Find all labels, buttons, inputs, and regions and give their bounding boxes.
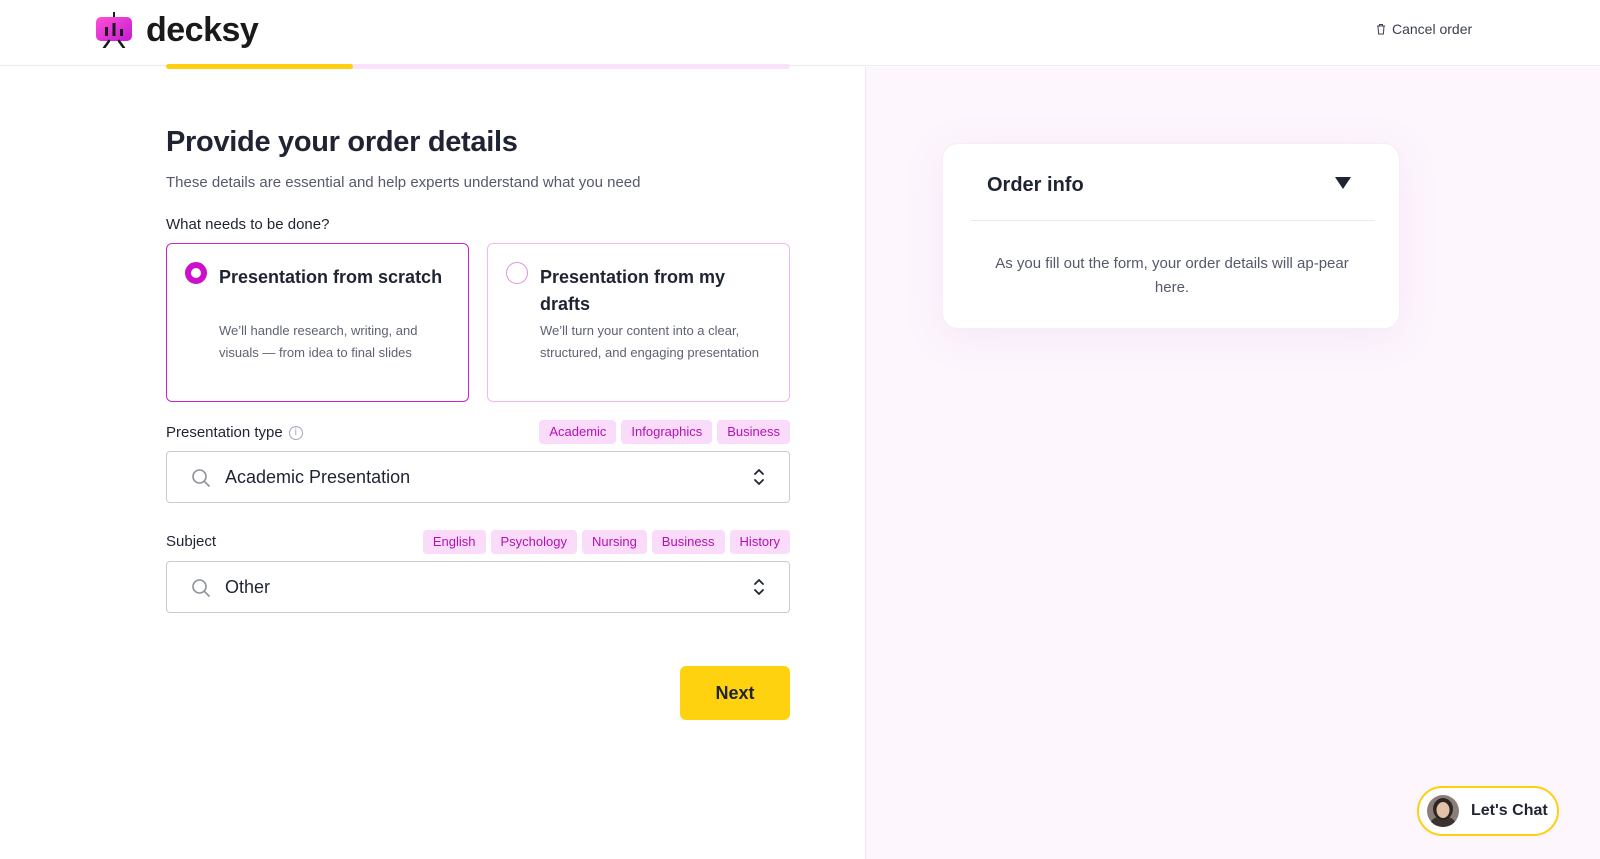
- order-info-title: Order info: [987, 174, 1084, 196]
- radio-unselected[interactable]: [506, 262, 528, 284]
- subject-value: Other: [225, 577, 271, 597]
- task-question: What needs to be done?: [166, 216, 330, 233]
- option-description: We’ll handle research, writing, and visu…: [219, 323, 418, 360]
- order-info-placeholder: As you fill out the form, your order det…: [995, 255, 1349, 296]
- chip-business[interactable]: Business: [651, 530, 725, 554]
- chip-history[interactable]: History: [729, 530, 790, 554]
- lets-chat-button[interactable]: Let's Chat: [1417, 786, 1559, 836]
- page-subtitle: These details are essential and help exp…: [166, 174, 641, 191]
- progress-fill: [166, 64, 354, 69]
- chevron-up-down-icon: [754, 469, 764, 485]
- chip-business[interactable]: Business: [717, 420, 790, 444]
- search-icon: [192, 579, 210, 597]
- lets-chat-label: Let's Chat: [1471, 802, 1548, 819]
- top-header: decksy Cancel order: [0, 0, 1600, 66]
- caret-down-icon[interactable]: [1335, 177, 1351, 189]
- progress-bar: [166, 64, 790, 69]
- chip-nursing[interactable]: Nursing: [582, 530, 647, 554]
- chip-infographics[interactable]: Infographics: [621, 420, 713, 444]
- next-button[interactable]: Next: [680, 666, 790, 720]
- chevron-up-down-icon: [754, 579, 764, 595]
- chip-psychology[interactable]: Psychology: [490, 530, 577, 554]
- chip-english[interactable]: English: [422, 530, 486, 554]
- presentation-type-label-text: Presentation type: [166, 424, 283, 441]
- divider: [971, 220, 1375, 221]
- info-icon[interactable]: i: [288, 425, 303, 440]
- option-scratch[interactable]: Presentation from scratch We’ll handle r…: [166, 243, 469, 402]
- subject-label-text: Subject: [166, 533, 217, 550]
- option-title: Presentation from my drafts: [540, 267, 726, 314]
- radio-selected[interactable]: [185, 262, 207, 284]
- cancel-order-label: Cancel order: [1392, 21, 1473, 37]
- order-info-card: Order info As you fill out the form, you…: [942, 143, 1400, 329]
- trash-icon: [1377, 24, 1385, 35]
- decksy-logo-icon: [96, 12, 132, 50]
- option-description: We’ll turn your content into a clear, st…: [540, 323, 759, 360]
- option-title: Presentation from scratch: [219, 267, 443, 287]
- cancel-order-button[interactable]: Cancel order: [1376, 21, 1472, 37]
- chip-academic[interactable]: Academic: [539, 420, 617, 444]
- subject-chips: English Psychology Nursing Business Hist…: [422, 530, 790, 554]
- option-drafts[interactable]: Presentation from my drafts We’ll turn y…: [487, 243, 790, 402]
- logo[interactable]: decksy: [96, 11, 259, 50]
- subject-select[interactable]: Other: [166, 561, 790, 613]
- page-title: Provide your order details: [166, 126, 518, 158]
- presentation-type-chips: Academic Infographics Business: [539, 420, 790, 444]
- avatar: [1427, 795, 1459, 827]
- presentation-type-label: Presentation type i: [166, 424, 303, 441]
- order-summary-panel: Order info As you fill out the form, you…: [865, 67, 1600, 859]
- search-icon: [192, 469, 210, 487]
- presentation-type-select[interactable]: Academic Presentation: [166, 451, 790, 503]
- subject-label: Subject: [166, 533, 216, 550]
- presentation-type-value: Academic Presentation: [225, 467, 411, 487]
- logo-text: decksy: [146, 11, 259, 49]
